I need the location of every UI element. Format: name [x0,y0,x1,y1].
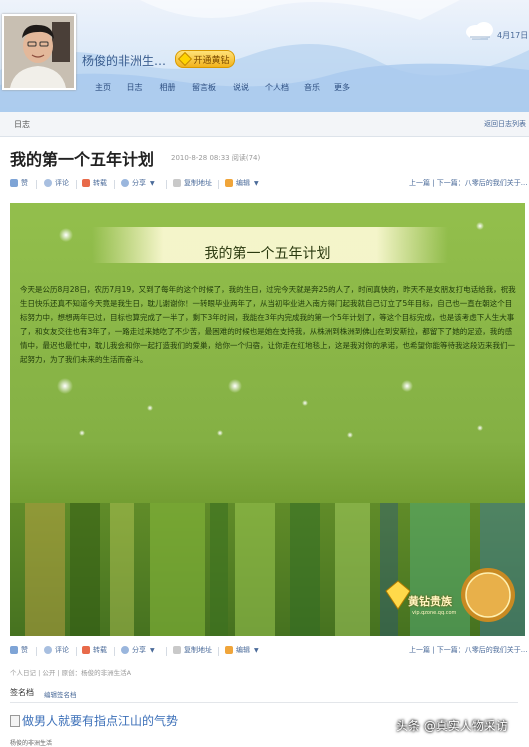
source-watermark: 头条 @真实人物采访 [396,719,508,733]
nav-shuoshuo[interactable]: 说说 [224,82,258,93]
share-button[interactable]: 分享 ▼ [121,178,155,188]
prev-next-nav[interactable]: 上一篇 | 下一篇：八零后的我们关于... [409,178,527,188]
copy-icon [173,646,181,654]
post-meta: 2010-8-28 08:33 阅读(74) [171,154,261,162]
edit-label: 编辑 [236,179,250,187]
share-button[interactable]: 分享 ▼ [121,645,155,655]
chevron-down-icon: ▼ [150,179,155,187]
speech-bubble-icon [44,179,52,187]
speech-bubble-icon [44,646,52,654]
logo-subtext: vip.qzone.qq.com [412,610,457,616]
repost-label: 转载 [93,179,107,187]
edit-button[interactable]: 编辑 ▼ [225,645,259,655]
edit-button[interactable]: 编辑 ▼ [225,178,259,188]
thumb-up-icon [10,646,18,654]
nav-music[interactable]: 音乐 [296,82,328,93]
share-icon [121,179,129,187]
share-icon [121,646,129,654]
like-button[interactable]: 赞 [10,178,28,188]
share-label: 分享 [132,646,146,654]
blog-body-text: 今天是公历8月28日，农历7月19，又到了每年的这个时候了，我的生日，过完今天就… [20,285,516,364]
repost-button[interactable]: 转载 [82,178,107,188]
broken-image-icon [10,714,20,727]
nav-album[interactable]: 相册 [151,82,184,93]
nav-home[interactable]: 主页 [88,82,118,93]
like-label: 赞 [21,646,28,654]
post-toolbar-top: 赞 评论 转载 分享 ▼ 复制地址 编辑 ▼ 上一篇 | 下一篇：八零后的我们关于.… [0,176,529,194]
nav-blog[interactable]: 日志 [118,82,151,93]
avatar[interactable] [2,14,76,90]
divider [114,180,115,189]
date-label: 4月17日 [497,31,529,40]
chevron-down-icon: ▼ [254,646,259,654]
section-title: 日志 [14,120,30,129]
logo-text: 黄钻贵族 [408,595,452,608]
copy-link-label: 复制地址 [184,179,212,187]
copy-link-button[interactable]: 复制地址 [173,645,212,655]
divider [36,647,37,656]
chevron-down-icon: ▼ [254,179,259,187]
divider [166,180,167,189]
like-label: 赞 [21,179,28,187]
divider [76,180,77,189]
repost-label: 转载 [93,646,107,654]
repost-icon [82,646,90,654]
blog-content-card: 我的第一个五年计划 今天是公历8月28日，农历7月19，又到了每年的这个时候了，… [10,203,525,636]
divider [36,180,37,189]
pencil-icon [225,646,233,654]
divider [218,647,219,656]
comment-label: 评论 [55,179,69,187]
copy-link-label: 复制地址 [184,646,212,654]
signature-image-alt: 做男人就要有指点江山的气势 [22,714,179,728]
pencil-icon [225,179,233,187]
repost-button[interactable]: 转载 [82,645,107,655]
signature-label: 签名档 [10,688,34,697]
main-nav: 主页 日志 相册 留言板 说说 个人档 音乐 更多 [88,82,356,93]
share-label: 分享 [132,179,146,187]
like-button[interactable]: 赞 [10,645,28,655]
signature-image: 做男人就要有指点江山的气势 [10,712,178,729]
bottom-caption: 杨俊的非洲生活 [10,740,53,747]
post-toolbar-bottom: 赞 评论 转载 分享 ▼ 复制地址 编辑 ▼ 上一篇 | 下一篇：八零后的我们关于.… [0,643,529,661]
profile-header [0,0,529,112]
comment-button[interactable]: 评论 [44,178,69,188]
header-background-hills [0,0,529,112]
divider [114,647,115,656]
nav-more[interactable]: 更多 [328,82,356,93]
nav-guestbook[interactable]: 留言板 [184,82,224,93]
edit-label: 编辑 [236,646,250,654]
vip-badge-label: 开通黄钻 [193,55,230,66]
prev-next-nav[interactable]: 上一篇 | 下一篇：八零后的我们关于... [409,645,527,655]
edit-signature-link[interactable]: 编辑签名档 [44,689,77,699]
divider [218,180,219,189]
comment-label: 评论 [55,646,69,654]
comment-button[interactable]: 评论 [44,645,69,655]
cloud-icon [466,22,493,40]
post-category-meta[interactable]: 个人日记 | 公开 | 原创：杨俊的非洲生活A [10,667,131,677]
nav-profile[interactable]: 个人档 [258,82,296,93]
copy-icon [173,179,181,187]
divider [76,647,77,656]
section-bar [0,112,529,137]
back-to-list-link[interactable]: 返回日志列表 [484,119,526,129]
post-title: 我的第一个五年计划 [10,150,155,169]
thumb-up-icon [10,179,18,187]
copy-link-button[interactable]: 复制地址 [173,178,212,188]
divider [10,702,518,703]
vip-badge-button[interactable]: 开通黄钻 [175,50,235,68]
username[interactable]: 杨俊的非洲生… [82,52,166,69]
diamond-icon [178,51,193,67]
chevron-down-icon: ▼ [150,646,155,654]
repost-icon [82,179,90,187]
divider [166,647,167,656]
card-banner-title: 我的第一个五年计划 [204,246,331,262]
